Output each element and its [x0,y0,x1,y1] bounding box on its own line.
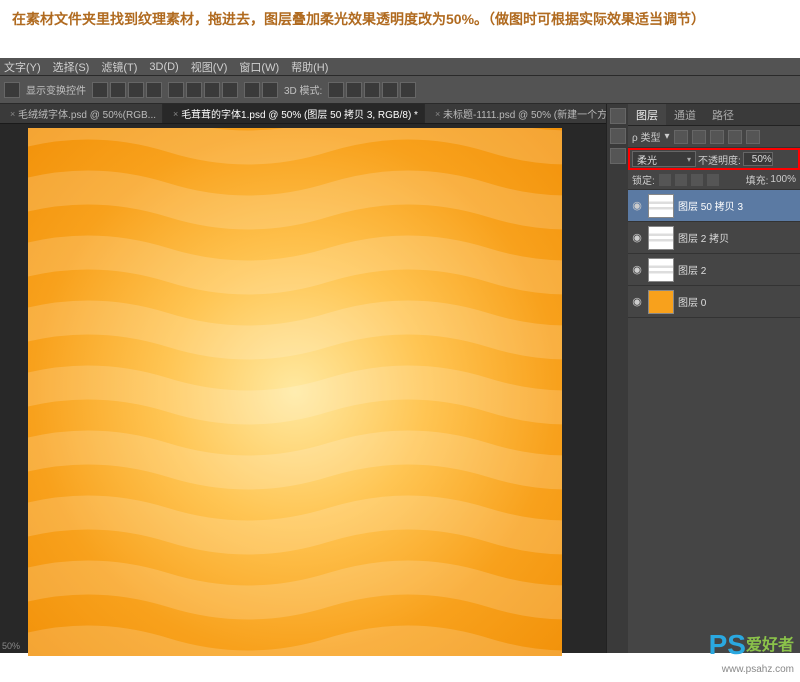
tab-channels[interactable]: 通道 [666,104,704,125]
canvas-viewport[interactable] [0,124,627,653]
right-panels: 图层 通道 路径 ρ 类型 ▾ 柔光 ▾ 不透明度: 锁定: [627,104,800,653]
wave-texture [28,128,562,656]
layer-row[interactable]: ◉ 图层 2 拷贝 [628,222,800,254]
layer-name[interactable]: 图层 50 拷贝 3 [678,198,743,213]
chevron-down-icon: ▾ [687,155,691,164]
watermark-logo: PS爱好者 [709,627,794,663]
blend-mode-value: 柔光 [637,152,657,167]
tab-paths[interactable]: 路径 [704,104,742,125]
menu-window[interactable]: 窗口(W) [239,59,279,75]
chevron-down-icon[interactable]: ▾ [664,131,669,142]
watermark: PS爱好者 www.psahz.com [709,627,794,676]
document-tab[interactable]: × 未标题-1111.psd @ 50% (新建一个方... [425,104,622,123]
auto-select-icon[interactable] [4,82,20,98]
blend-opacity-row: 柔光 ▾ 不透明度: [628,148,800,170]
panel-icon[interactable] [610,128,626,144]
instruction-text: 在素材文件夹里找到纹理素材，拖进去，图层叠加柔光效果透明度改为50%。（做图时可… [0,0,800,36]
visibility-eye-icon[interactable]: ◉ [630,295,644,309]
filter-shape-icon[interactable] [728,130,742,144]
layer-name[interactable]: 图层 0 [678,294,706,309]
panel-icon[interactable] [610,108,626,124]
blend-mode-dropdown[interactable]: 柔光 ▾ [632,151,696,167]
filter-adjust-icon[interactable] [692,130,706,144]
options-bar: 显示变换控件 3D 模式: [0,76,800,104]
layers-list: ◉ 图层 50 拷贝 3 ◉ 图层 2 拷贝 ◉ 图层 2 ◉ 图层 0 [628,190,800,318]
show-transform-label: 显示变换控件 [26,82,86,97]
align-icon[interactable] [146,82,162,98]
mode3d-icon[interactable] [328,82,344,98]
menu-select[interactable]: 选择(S) [53,59,90,75]
distribute-icon[interactable] [222,82,238,98]
arrange-icon[interactable] [244,82,260,98]
document-tab[interactable]: × 毛茸茸的字体1.psd @ 50% (图层 50 拷贝 3, RGB/8) … [163,104,425,123]
lock-position-icon[interactable] [691,174,703,186]
layer-row[interactable]: ◉ 图层 0 [628,286,800,318]
canvas[interactable] [28,128,562,656]
mode3d-icon[interactable] [346,82,362,98]
mode3d-icon[interactable] [382,82,398,98]
fill-value[interactable]: 100% [770,174,796,185]
layer-thumbnail[interactable] [648,290,674,314]
document-tab[interactable]: × 毛绒绒字体.psd @ 50%(RGB... [0,104,163,123]
document-area: × 毛绒绒字体.psd @ 50%(RGB... × 毛茸茸的字体1.psd @… [0,104,627,653]
opacity-input[interactable] [743,152,773,166]
lock-label: 锁定: [632,172,655,187]
panel-icon[interactable] [610,148,626,164]
menu-text[interactable]: 文字(Y) [4,59,41,75]
distribute-icon[interactable] [168,82,184,98]
menu-view[interactable]: 视图(V) [191,59,228,75]
align-icon[interactable] [92,82,108,98]
tab-label: 未标题-1111.psd @ 50% (新建一个方... [443,106,615,121]
document-tabs: × 毛绒绒字体.psd @ 50%(RGB... × 毛茸茸的字体1.psd @… [0,104,627,124]
visibility-eye-icon[interactable]: ◉ [630,231,644,245]
distribute-icon[interactable] [204,82,220,98]
distribute-icon[interactable] [186,82,202,98]
lock-fill-row: 锁定: 填充: 100% [628,170,800,190]
mode3d-icon[interactable] [364,82,380,98]
tab-label: 毛茸茸的字体1.psd @ 50% (图层 50 拷贝 3, RGB/8) * [181,106,418,121]
tab-close-icon[interactable]: × [173,109,178,119]
filter-type-label: ρ 类型 [632,129,660,144]
tab-close-icon[interactable]: × [435,109,440,119]
visibility-eye-icon[interactable]: ◉ [630,263,644,277]
visibility-eye-icon[interactable]: ◉ [630,199,644,213]
menu-3d[interactable]: 3D(D) [149,61,178,73]
layer-name[interactable]: 图层 2 [678,262,706,277]
filter-smart-icon[interactable] [746,130,760,144]
menu-filter[interactable]: 滤镜(T) [101,59,137,75]
menu-bar: 文字(Y) 选择(S) 滤镜(T) 3D(D) 视图(V) 窗口(W) 帮助(H… [0,58,800,76]
opacity-label: 不透明度: [698,152,741,167]
align-icon[interactable] [110,82,126,98]
menu-help[interactable]: 帮助(H) [291,59,328,75]
collapsed-panel-strip [606,104,628,653]
lock-pixels-icon[interactable] [675,174,687,186]
lock-transparency-icon[interactable] [659,174,671,186]
layer-thumbnail[interactable] [648,258,674,282]
panel-tab-bar: 图层 通道 路径 [628,104,800,126]
tab-label: 毛绒绒字体.psd @ 50%(RGB... [18,106,156,121]
mode3d-icon[interactable] [400,82,416,98]
layer-thumbnail[interactable] [648,226,674,250]
photoshop-app: 文字(Y) 选择(S) 滤镜(T) 3D(D) 视图(V) 窗口(W) 帮助(H… [0,58,800,653]
watermark-url: www.psahz.com [709,663,794,676]
arrange-icon[interactable] [262,82,278,98]
align-icon[interactable] [128,82,144,98]
layer-filter-row: ρ 类型 ▾ [628,126,800,148]
fill-label: 填充: [746,172,769,187]
layer-name[interactable]: 图层 2 拷贝 [678,230,729,245]
tab-close-icon[interactable]: × [10,109,15,119]
layer-row[interactable]: ◉ 图层 2 [628,254,800,286]
tab-layers[interactable]: 图层 [628,104,666,125]
layer-thumbnail[interactable] [648,194,674,218]
layer-row[interactable]: ◉ 图层 50 拷贝 3 [628,190,800,222]
filter-type-icon[interactable] [710,130,724,144]
filter-pixel-icon[interactable] [674,130,688,144]
zoom-level: 50% [2,641,20,651]
mode3d-label: 3D 模式: [284,82,322,97]
lock-all-icon[interactable] [707,174,719,186]
